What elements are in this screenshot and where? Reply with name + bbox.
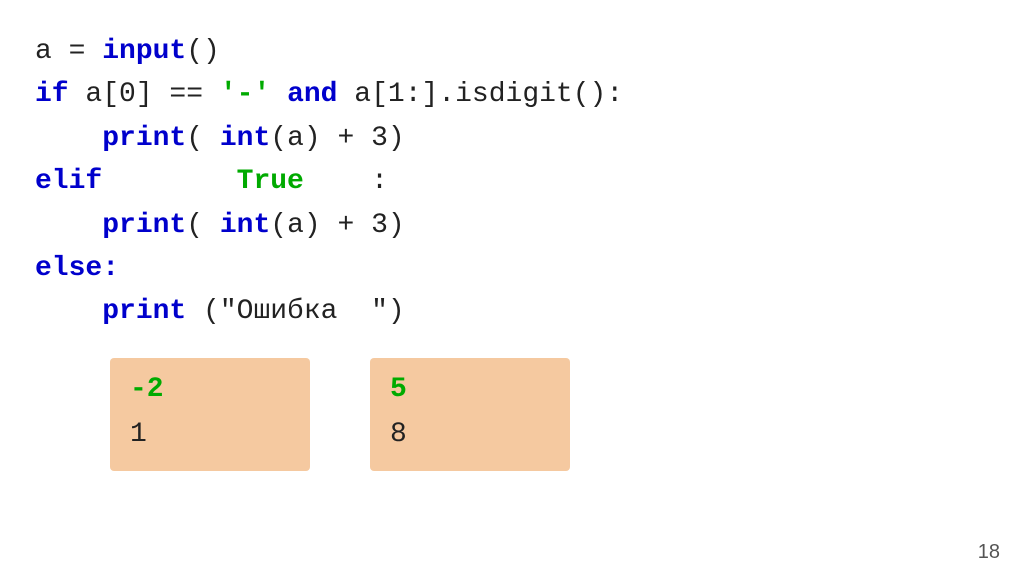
page-number: 18 — [978, 541, 1000, 564]
result-box-1: -2 1 — [110, 358, 310, 472]
code-line-1: a = input() — [35, 30, 989, 73]
code-line-2: if a[0] == '-' and a[1:].isdigit(): — [35, 73, 989, 116]
box2-top: 5 — [390, 368, 546, 413]
code-line-7: print ("Ошибка ") — [35, 290, 989, 333]
code-line-3: print( int(a) + 3) — [35, 117, 989, 160]
code-block: a = input() if a[0] == '-' and a[1:].isd… — [0, 0, 1024, 344]
box2-bottom: 8 — [390, 413, 546, 458]
box1-top: -2 — [130, 368, 286, 413]
result-boxes: -2 1 5 8 — [0, 358, 1024, 472]
code-line-6: else: — [35, 247, 989, 290]
code-line-5: print( int(a) + 3) — [35, 204, 989, 247]
box1-bottom: 1 — [130, 413, 286, 458]
code-line-4: elif True : — [35, 160, 989, 203]
result-box-2: 5 8 — [370, 358, 570, 472]
